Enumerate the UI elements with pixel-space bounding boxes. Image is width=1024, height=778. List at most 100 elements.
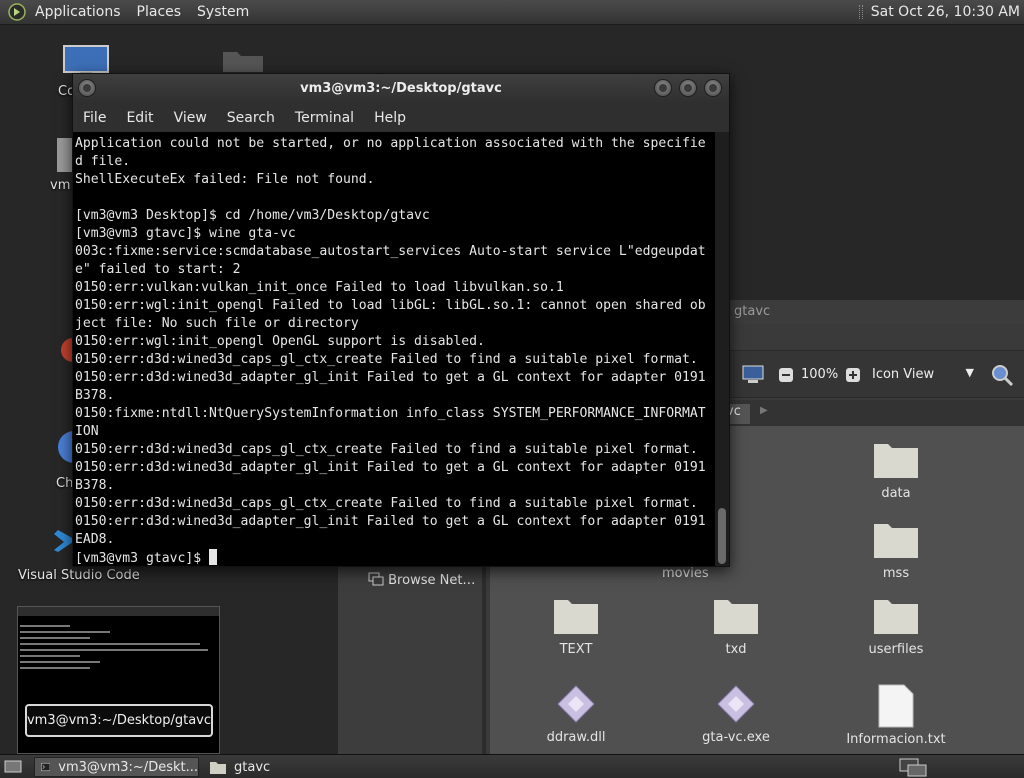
terminal-line: 0150:err:wgl:init_opengl Failed to load … xyxy=(75,298,706,313)
folder-icon xyxy=(874,600,918,634)
folder-icon xyxy=(874,524,918,558)
menu-help[interactable]: Help xyxy=(364,110,416,126)
folder-label: userfiles xyxy=(868,642,924,657)
menu-view[interactable]: View xyxy=(164,110,217,126)
desktop-icon-label: Ch xyxy=(56,476,74,491)
terminal-line: EAD8. xyxy=(75,532,115,547)
terminal-line: e" failed to start: 2 xyxy=(75,262,241,277)
terminal-line: 0150:err:d3d:wined3d_adapter_gl_init Fai… xyxy=(75,514,706,529)
scrollbar-thumb[interactable] xyxy=(718,508,726,564)
view-mode-select[interactable]: Icon View ▼ xyxy=(866,365,978,387)
desktop-icon-label: Visual Studio Code xyxy=(18,568,140,583)
terminal-window[interactable]: vm3@vm3:~/Desktop/gtavc File Edit View S… xyxy=(72,73,730,567)
terminal-line: 0150:err:d3d:wined3d_adapter_gl_init Fai… xyxy=(75,370,706,385)
terminal-output[interactable]: Application could not be started, or no … xyxy=(73,132,715,566)
zoom-out-icon[interactable] xyxy=(778,367,794,383)
terminal-line: [vm3@vm3 gtavc]$ wine gta-vc xyxy=(75,226,296,241)
folder-label: TEXT xyxy=(559,642,593,657)
menu-file[interactable]: File xyxy=(73,110,116,126)
folder-label: mss xyxy=(882,566,910,581)
terminal-line: ION xyxy=(75,424,99,439)
folder-item[interactable]: txd xyxy=(676,596,796,657)
show-desktop-icon[interactable] xyxy=(4,759,22,775)
home-folder-icon xyxy=(57,138,73,172)
folder-icon xyxy=(554,600,598,634)
folder-label: txd xyxy=(725,642,747,657)
file-item[interactable]: gta-vc.exe xyxy=(676,684,796,745)
desktop-icon-folder[interactable] xyxy=(218,48,268,76)
folder-item[interactable]: mss xyxy=(836,520,956,581)
clock-area: Sat Oct 26, 10:30 AM xyxy=(858,4,1024,20)
terminal-line: 0150:fixme:ntdll:NtQuerySystemInformatio… xyxy=(75,406,706,421)
network-icon xyxy=(368,572,384,586)
panel-separator xyxy=(858,5,863,19)
taskbar-item-terminal[interactable]: vm3@vm3:~/Deskt... xyxy=(34,757,199,777)
folder-item[interactable]: data xyxy=(836,440,956,501)
terminal-line: Application could not be started, or no … xyxy=(75,136,706,151)
terminal-line: [vm3@vm3 Desktop]$ cd /home/vm3/Desktop/… xyxy=(75,208,430,223)
view-mode-label: Icon View xyxy=(872,367,935,382)
taskbar-item-file-manager[interactable]: gtavc xyxy=(204,757,324,777)
file-item[interactable]: ddraw.dll xyxy=(516,684,636,745)
file-item[interactable]: Informacion.txt xyxy=(836,684,956,747)
terminal-line: 0150:err:d3d:wined3d_caps_gl_ctx_create … xyxy=(75,496,698,511)
menu-edit[interactable]: Edit xyxy=(116,110,163,126)
system-menu[interactable]: System xyxy=(189,4,257,20)
file-label: gta-vc.exe xyxy=(702,730,770,745)
applications-menu[interactable]: Applications xyxy=(27,4,129,20)
search-icon[interactable] xyxy=(990,363,1014,387)
panel-clock[interactable]: Sat Oct 26, 10:30 AM xyxy=(871,4,1020,20)
terminal-line: ShellExecuteEx failed: File not found. xyxy=(75,172,375,187)
bottom-panel: vm3@vm3:~/Deskt... gtavc xyxy=(0,754,1024,778)
terminal-prompt: [vm3@vm3 gtavc]$ xyxy=(75,551,210,566)
taskbar-item-label: gtavc xyxy=(234,759,271,775)
workspace-switcher-icon[interactable] xyxy=(898,757,930,777)
desktop-icon-label: vm xyxy=(50,178,71,193)
taskbar-item-label: vm3@vm3:~/Deskt... xyxy=(58,759,198,775)
computer-icon[interactable] xyxy=(742,365,764,385)
file-manager-title: gtavc xyxy=(734,304,771,319)
terminal-line: B378. xyxy=(75,478,115,493)
folder-icon xyxy=(714,600,758,634)
terminal-line: 0150:err:d3d:wined3d_caps_gl_ctx_create … xyxy=(75,442,698,457)
preview-menubar xyxy=(18,607,219,616)
folder-label: movies xyxy=(662,566,709,581)
top-panel: Applications Places System Sat Oct 26, 1… xyxy=(0,0,1024,25)
close-icon[interactable] xyxy=(704,79,722,97)
minimize-icon[interactable] xyxy=(654,79,672,97)
terminal-line: 0150:err:d3d:wined3d_adapter_gl_init Fai… xyxy=(75,460,706,475)
terminal-icon xyxy=(41,762,51,772)
terminal-line: B378. xyxy=(75,388,115,403)
zoom-in-icon[interactable] xyxy=(845,367,861,383)
terminal-prompt-line[interactable]: [vm3@vm3 gtavc]$ xyxy=(75,549,715,566)
terminal-line: 0150:err:d3d:wined3d_caps_gl_ctx_create … xyxy=(75,352,698,367)
terminal-line: ject file: No such file or directory xyxy=(75,316,359,331)
chevron-down-icon: ▼ xyxy=(965,366,974,379)
sidebar-item-label: Browse Net… xyxy=(388,573,476,588)
text-file-icon xyxy=(878,684,914,728)
folder-icon xyxy=(210,762,226,774)
terminal-line: 0150:err:wgl:init_opengl OpenGL support … xyxy=(75,334,485,349)
gnome-foot-icon[interactable] xyxy=(8,3,26,21)
folder-item[interactable]: userfiles xyxy=(836,596,956,657)
menu-terminal[interactable]: Terminal xyxy=(285,110,364,126)
terminal-scrollbar[interactable] xyxy=(715,132,729,566)
folder-label: data xyxy=(881,486,911,501)
maximize-icon[interactable] xyxy=(679,79,697,97)
window-preview-tooltip: vm3@vm3:~/Desktop/gtavc xyxy=(25,704,213,737)
sidebar-item-browse-network[interactable]: Browse Net… xyxy=(368,572,475,588)
terminal-line: 003c:fixme:service:scmdatabase_autostart… xyxy=(75,244,706,259)
places-menu[interactable]: Places xyxy=(129,4,190,20)
terminal-titlebar[interactable]: vm3@vm3:~/Desktop/gtavc xyxy=(73,74,729,103)
dll-file-icon xyxy=(557,685,595,723)
chevron-right-icon[interactable]: ▶ xyxy=(760,405,768,416)
folder-icon xyxy=(223,52,263,72)
file-label: ddraw.dll xyxy=(546,730,606,745)
folder-icon xyxy=(874,444,918,478)
zoom-level: 100% xyxy=(801,367,839,382)
terminal-cursor xyxy=(209,549,218,565)
menu-search[interactable]: Search xyxy=(217,110,285,126)
terminal-title: vm3@vm3:~/Desktop/gtavc xyxy=(300,81,502,96)
folder-item[interactable]: TEXT xyxy=(516,596,636,657)
